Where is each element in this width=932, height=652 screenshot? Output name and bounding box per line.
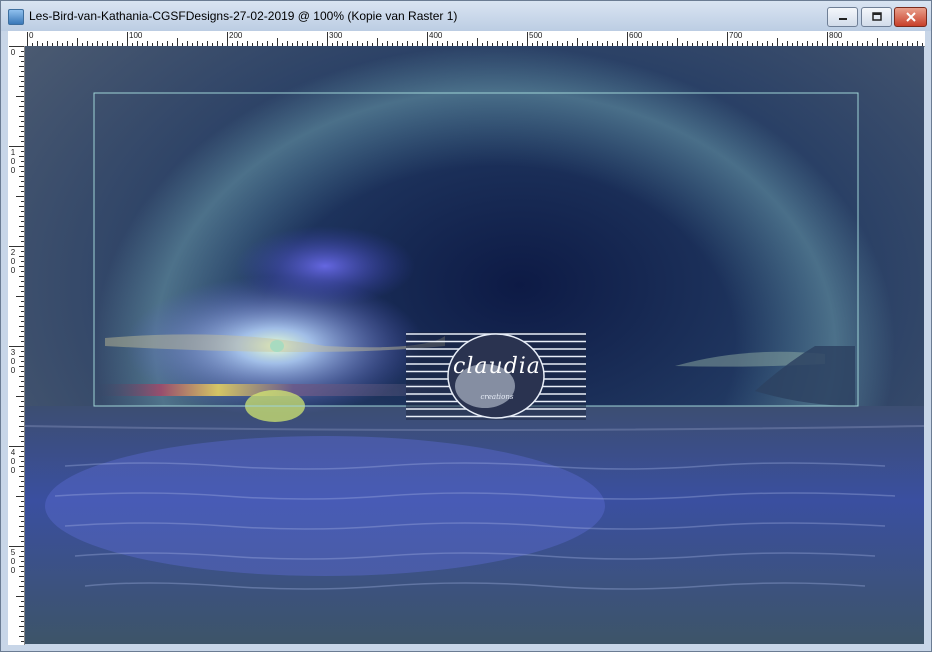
ruler-label: 1: [10, 148, 16, 157]
ruler-corner: [8, 31, 24, 46]
ruler-label: 0: [29, 31, 34, 40]
side-strip: [1, 46, 8, 645]
window-title: Les-Bird-van-Kathania-CGSFDesigns-27-02-…: [29, 9, 458, 23]
ruler-label: 4: [10, 448, 16, 457]
ruler-label: 700: [729, 31, 743, 40]
ruler-label: 0: [10, 566, 16, 575]
ruler-label: 5: [10, 548, 16, 557]
app-window: Les-Bird-van-Kathania-CGSFDesigns-27-02-…: [0, 0, 932, 652]
close-icon: [905, 12, 916, 22]
ruler-label: 0: [10, 48, 16, 57]
watermark-text: claudia: [453, 354, 541, 379]
ruler-label: 3: [10, 348, 16, 357]
watermark-subtext: creations: [480, 393, 514, 401]
ruler-label: 100: [129, 31, 143, 40]
ruler-label: 200: [229, 31, 243, 40]
ruler-label: 2: [10, 248, 16, 257]
canvas-artwork: [25, 46, 924, 644]
ruler-label: 0: [10, 157, 16, 166]
maximize-button[interactable]: [861, 7, 892, 27]
ruler-label: 800: [829, 31, 843, 40]
ruler-label: 0: [10, 557, 16, 566]
horizontal-ruler[interactable]: 0 100 200 300 400 500 600 700 800: [24, 31, 925, 47]
ruler-label: 600: [629, 31, 643, 40]
image-canvas[interactable]: claudia creations: [25, 46, 924, 644]
ruler-label: 0: [10, 257, 16, 266]
horizontal-ruler-ticks: [27, 32, 923, 46]
title-bar[interactable]: Les-Bird-van-Kathania-CGSFDesigns-27-02-…: [1, 1, 931, 31]
minimize-icon: [838, 18, 847, 20]
ruler-label: 500: [529, 31, 543, 40]
app-icon[interactable]: [8, 9, 24, 25]
minimize-button[interactable]: [827, 7, 858, 27]
ruler-label: 0: [10, 457, 16, 466]
close-button[interactable]: [894, 7, 927, 27]
ruler-label: 0: [10, 357, 16, 366]
maximize-icon: [871, 12, 882, 21]
ruler-label: 0: [10, 266, 16, 275]
ruler-label: 0: [10, 366, 16, 375]
ruler-label: 0: [10, 166, 16, 175]
ruler-label: 0: [10, 466, 16, 475]
vertical-ruler[interactable]: 0100200300400500: [8, 46, 25, 645]
ruler-label: 300: [329, 31, 343, 40]
ruler-label: 400: [429, 31, 443, 40]
